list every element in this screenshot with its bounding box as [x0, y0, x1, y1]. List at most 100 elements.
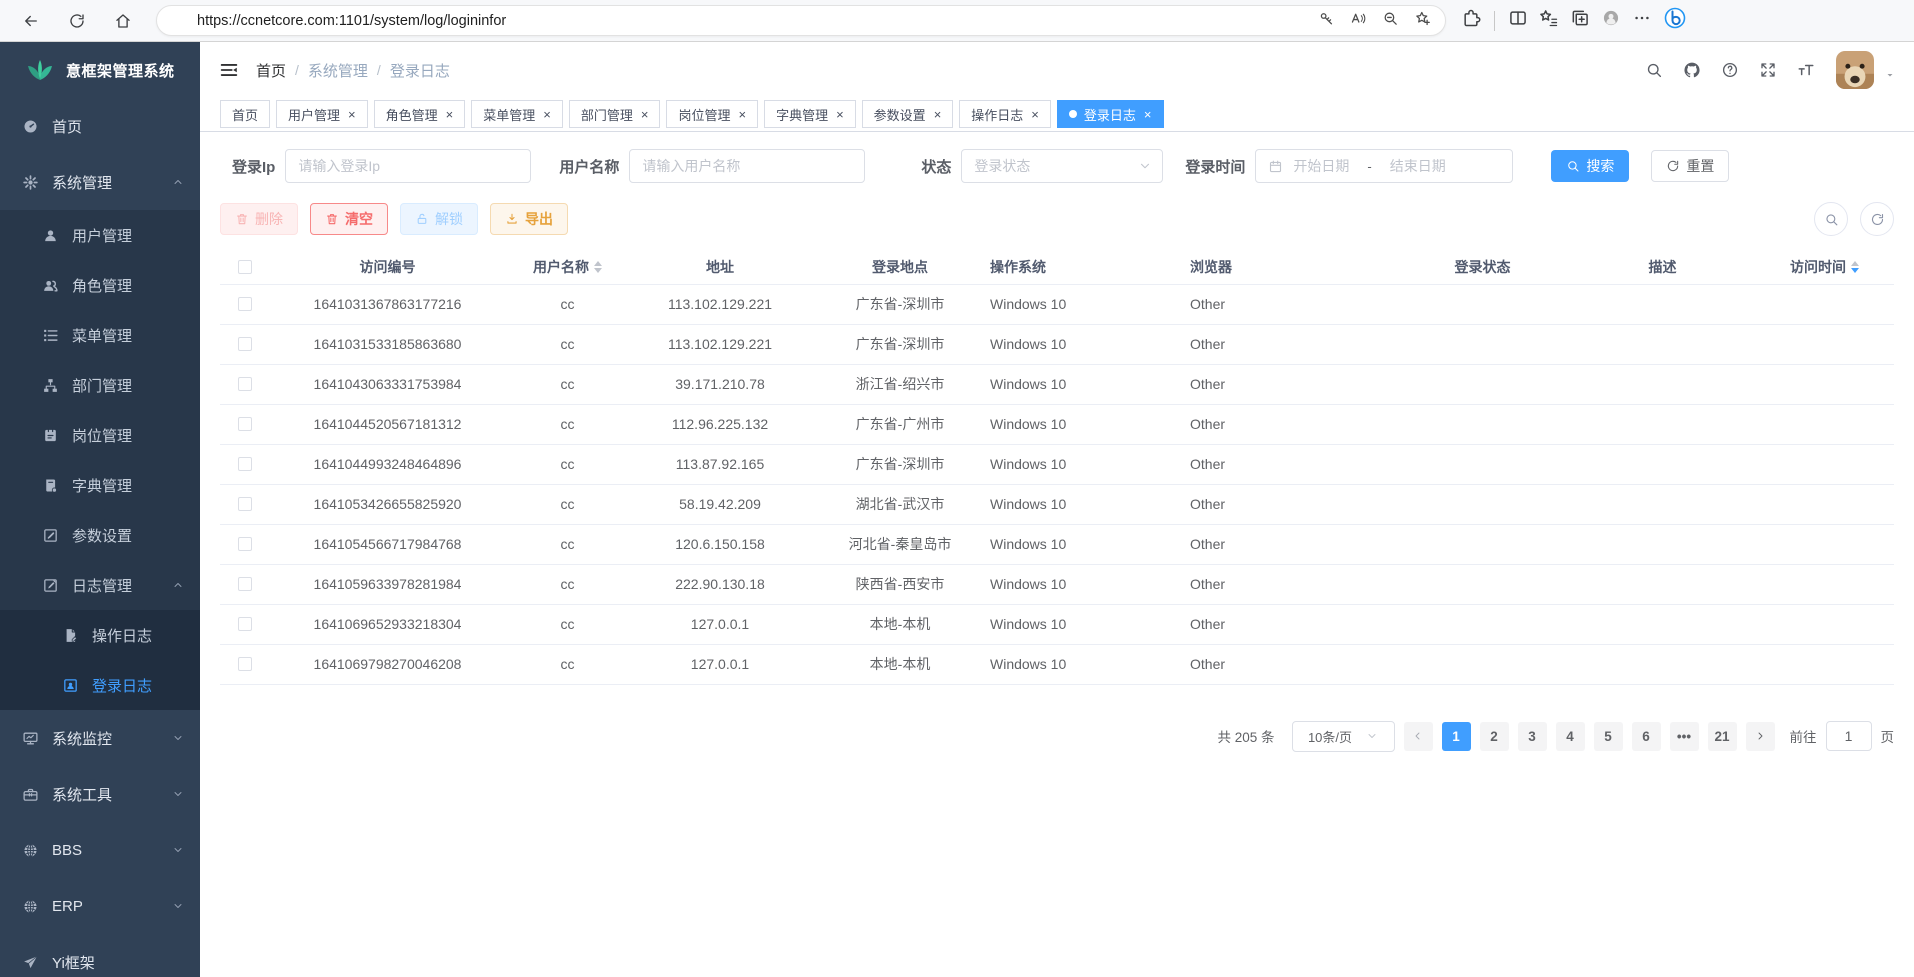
address-bar[interactable]: https://ccnetcore.com:1101/system/log/lo…	[156, 5, 1446, 36]
app-logo[interactable]: 意框架管理系统	[0, 42, 200, 98]
font-size-button[interactable]	[1790, 54, 1822, 86]
key-button[interactable]	[1318, 10, 1335, 32]
export-button[interactable]: 导出	[490, 203, 568, 235]
avatar-caret-icon[interactable]	[1884, 69, 1896, 81]
page-button-1[interactable]: 1	[1442, 722, 1471, 751]
tab-menu-mgmt[interactable]: 菜单管理×	[471, 100, 563, 128]
sidebar-item-log-mgmt[interactable]: 日志管理	[0, 560, 200, 610]
column-header-user[interactable]: 用户名称	[505, 250, 630, 284]
close-tab-icon[interactable]: ×	[641, 108, 649, 121]
delete-button[interactable]: 删除	[220, 203, 298, 235]
favorites-add-button[interactable]	[1414, 10, 1431, 32]
sidebar-item-erp[interactable]: ERP	[0, 878, 200, 934]
status-select[interactable]: 登录状态	[961, 149, 1163, 183]
more-button[interactable]	[1632, 8, 1652, 33]
tab-login-log[interactable]: 登录日志×	[1057, 100, 1164, 128]
row-checkbox[interactable]	[238, 577, 252, 591]
row-checkbox[interactable]	[238, 497, 252, 511]
column-header-time[interactable]: 访问时间	[1755, 250, 1894, 284]
zoom-out-button[interactable]	[1382, 10, 1399, 32]
sidebar-item-bbs[interactable]: BBS	[0, 822, 200, 878]
sidebar-item-operation-log[interactable]: 操作日志	[0, 610, 200, 660]
row-checkbox[interactable]	[238, 377, 252, 391]
page-button-2[interactable]: 2	[1480, 722, 1509, 751]
sidebar-item-dept-mgmt[interactable]: 部门管理	[0, 360, 200, 410]
sidebar-item-yi-framework[interactable]: Yi框架	[0, 934, 200, 977]
username-input[interactable]	[629, 149, 865, 183]
sidebar-item-role-mgmt[interactable]: 角色管理	[0, 260, 200, 310]
collections-button[interactable]	[1570, 8, 1590, 33]
tab-home[interactable]: 首页	[220, 100, 270, 128]
close-tab-icon[interactable]: ×	[446, 108, 454, 121]
sidebar-item-login-log[interactable]: 登录日志	[0, 660, 200, 710]
refresh-table-button[interactable]	[1860, 202, 1894, 236]
page-button-3[interactable]: 3	[1518, 722, 1547, 751]
tab-dept-mgmt[interactable]: 部门管理×	[569, 100, 661, 128]
row-checkbox[interactable]	[238, 537, 252, 551]
sidebar-item-system-monitor[interactable]: 系统监控	[0, 710, 200, 766]
close-tab-icon[interactable]: ×	[1031, 108, 1039, 121]
sidebar-item-user-mgmt[interactable]: 用户管理	[0, 210, 200, 260]
extensions-button[interactable]	[1461, 8, 1481, 33]
tab-operation-log[interactable]: 操作日志×	[959, 100, 1051, 128]
row-checkbox[interactable]	[238, 457, 252, 471]
more-pages-button[interactable]: •••	[1670, 722, 1699, 751]
select-all-checkbox[interactable]	[238, 260, 252, 274]
close-tab-icon[interactable]: ×	[1144, 108, 1152, 121]
search-button[interactable]: 搜索	[1551, 150, 1629, 182]
sidebar-item-system-tools[interactable]: 系统工具	[0, 766, 200, 822]
close-tab-icon[interactable]: ×	[836, 108, 844, 121]
sidebar-item-home[interactable]: 首页	[0, 98, 200, 154]
tab-dict-mgmt[interactable]: 字典管理×	[764, 100, 856, 128]
search-button[interactable]	[1638, 54, 1670, 86]
sidebar-collapse-icon[interactable]	[218, 59, 240, 81]
tab-param-settings[interactable]: 参数设置×	[862, 100, 954, 128]
row-checkbox[interactable]	[238, 617, 252, 631]
tab-user-mgmt[interactable]: 用户管理×	[276, 100, 368, 128]
row-checkbox[interactable]	[238, 337, 252, 351]
sidebar-item-dict-mgmt[interactable]: 字典管理	[0, 460, 200, 510]
split-screen-button[interactable]	[1508, 8, 1528, 33]
close-tab-icon[interactable]: ×	[738, 108, 746, 121]
sidebar-item-post-mgmt[interactable]: 岗位管理	[0, 410, 200, 460]
copilot-button[interactable]	[1663, 6, 1687, 35]
login-ip-input[interactable]	[285, 149, 531, 183]
tab-role-mgmt[interactable]: 角色管理×	[374, 100, 466, 128]
back-button[interactable]	[14, 4, 48, 38]
reset-button[interactable]: 重置	[1651, 150, 1729, 182]
prev-page-button[interactable]	[1404, 722, 1433, 751]
breadcrumb-item[interactable]: 首页	[256, 60, 286, 81]
read-aloud-button[interactable]	[1350, 10, 1367, 32]
sidebar-item-param-settings[interactable]: 参数设置	[0, 510, 200, 560]
page-size-select[interactable]: 10条/页	[1292, 721, 1395, 752]
refresh-button[interactable]	[60, 4, 94, 38]
unlock-button[interactable]: 解锁	[400, 203, 478, 235]
row-checkbox[interactable]	[238, 657, 252, 671]
tab-post-mgmt[interactable]: 岗位管理×	[666, 100, 758, 128]
sort-carets-icon[interactable]	[1851, 261, 1859, 273]
goto-page-input[interactable]	[1826, 721, 1872, 751]
page-button-21[interactable]: 21	[1708, 722, 1737, 751]
page-button-4[interactable]: 4	[1556, 722, 1585, 751]
github-button[interactable]	[1676, 54, 1708, 86]
close-tab-icon[interactable]: ×	[348, 108, 356, 121]
login-time-range-picker[interactable]: 开始日期 - 结束日期	[1255, 149, 1513, 183]
help-button[interactable]	[1714, 54, 1746, 86]
user-avatar[interactable]	[1836, 51, 1874, 89]
favorites-bar-button[interactable]	[1539, 8, 1559, 33]
sidebar-item-menu-mgmt[interactable]: 菜单管理	[0, 310, 200, 360]
close-tab-icon[interactable]: ×	[543, 108, 551, 121]
home-button[interactable]	[106, 4, 140, 38]
row-checkbox[interactable]	[238, 417, 252, 431]
row-checkbox[interactable]	[238, 297, 252, 311]
profile-button[interactable]	[1601, 8, 1621, 33]
page-button-5[interactable]: 5	[1594, 722, 1623, 751]
next-page-button[interactable]	[1746, 722, 1775, 751]
sidebar-item-system-mgmt[interactable]: 系统管理	[0, 154, 200, 210]
close-tab-icon[interactable]: ×	[934, 108, 942, 121]
page-button-6[interactable]: 6	[1632, 722, 1661, 751]
sort-carets-icon[interactable]	[594, 261, 602, 273]
clear-button[interactable]: 清空	[310, 203, 388, 235]
url-text[interactable]: https://ccnetcore.com:1101/system/log/lo…	[197, 13, 1308, 29]
fullscreen-button[interactable]	[1752, 54, 1784, 86]
